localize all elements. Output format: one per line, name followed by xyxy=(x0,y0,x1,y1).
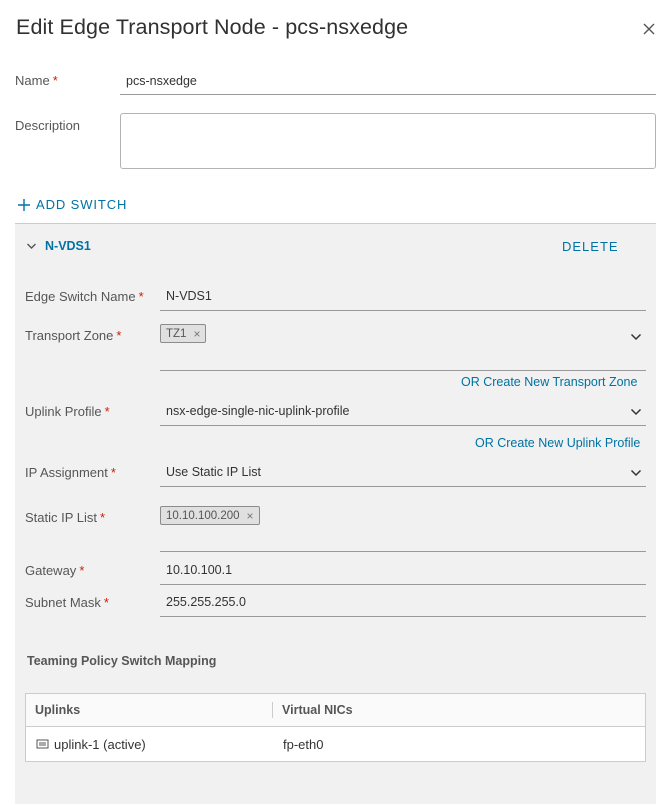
name-input[interactable]: pcs-nsxedge xyxy=(120,72,656,95)
chevron-down-icon xyxy=(630,469,642,477)
create-uplink-profile-link[interactable]: OR Create New Uplink Profile xyxy=(475,436,640,450)
plus-icon xyxy=(18,198,30,211)
edge-switch-name-label: Edge Switch Name * xyxy=(25,289,144,304)
transport-zone-select[interactable]: TZ1 × xyxy=(160,323,646,371)
static-ip-list-input[interactable]: 10.10.100.200 × xyxy=(160,505,646,552)
table-header: Uplinks Virtual NICs xyxy=(26,694,645,727)
column-separator[interactable] xyxy=(272,702,273,718)
chevron-down-icon xyxy=(27,243,36,249)
description-label: Description xyxy=(15,118,81,133)
subnet-mask-input[interactable]: 255.255.255.0 xyxy=(160,595,646,617)
close-icon[interactable] xyxy=(642,22,656,36)
chevron-down-icon xyxy=(630,408,642,416)
required-marker: * xyxy=(52,73,58,88)
description-textarea[interactable] xyxy=(120,113,656,169)
transport-zone-label: Transport Zone * xyxy=(25,328,122,343)
remove-tag-icon[interactable]: × xyxy=(193,327,200,341)
ip-assignment-label: IP Assignment * xyxy=(25,465,116,480)
gateway-input[interactable]: 10.10.100.1 xyxy=(160,563,646,585)
teaming-table: Uplinks Virtual NICs uplink-1 (active) f… xyxy=(25,693,646,762)
gateway-label: Gateway * xyxy=(25,563,85,578)
tag-chip: 10.10.100.200 × xyxy=(160,506,260,525)
dialog-title: Edit Edge Transport Node - pcs-nsxedge xyxy=(16,15,409,39)
teaming-section-title: Teaming Policy Switch Mapping xyxy=(27,654,217,668)
tag-chip: TZ1 × xyxy=(160,324,207,343)
uplink-profile-label: Uplink Profile * xyxy=(25,404,110,419)
static-ip-list-label: Static IP List * xyxy=(25,510,106,525)
chevron-down-icon[interactable] xyxy=(630,333,642,341)
name-label: Name * xyxy=(15,73,58,88)
ip-assignment-select[interactable]: Use Static IP List xyxy=(160,465,646,487)
uplink-icon xyxy=(36,739,49,749)
switch-header-toggle[interactable]: N-VDS1 xyxy=(26,239,91,253)
create-transport-zone-link[interactable]: OR Create New Transport Zone xyxy=(461,375,637,389)
edge-switch-name-input[interactable]: N-VDS1 xyxy=(160,289,646,311)
column-header-virtual-nics: Virtual NICs xyxy=(282,703,353,717)
uplink-profile-select[interactable]: nsx-edge-single-nic-uplink-profile xyxy=(160,404,646,426)
subnet-mask-label: Subnet Mask * xyxy=(25,595,109,610)
delete-button[interactable]: DELETE xyxy=(562,239,619,254)
table-row-uplink: uplink-1 (active) xyxy=(36,737,146,752)
remove-tag-icon[interactable]: × xyxy=(247,509,254,523)
add-switch-button[interactable]: ADD SWITCH xyxy=(17,197,127,212)
column-header-uplinks: Uplinks xyxy=(35,703,81,717)
add-switch-label: ADD SWITCH xyxy=(36,197,128,212)
switch-name: N-VDS1 xyxy=(45,239,91,253)
table-row-vnic[interactable]: fp-eth0 xyxy=(283,737,323,752)
